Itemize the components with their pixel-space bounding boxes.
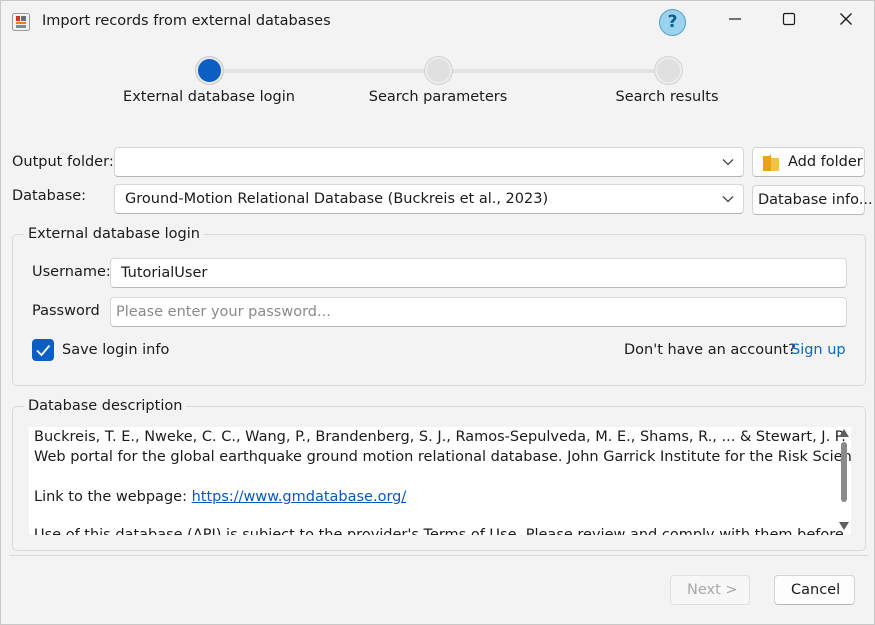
maximize-button[interactable]	[776, 10, 802, 34]
close-button[interactable]	[833, 10, 859, 34]
password-label: Password	[32, 303, 100, 319]
description-text-area[interactable]: Buckreis, T. E., Nweke, C. C., Wang, P.,…	[29, 427, 851, 535]
database-combo[interactable]: Ground-Motion Relational Database (Buckr…	[114, 184, 744, 214]
save-login-label: Save login info	[62, 342, 170, 358]
help-button[interactable]: ?	[659, 9, 686, 36]
step-dot-search-results	[655, 57, 682, 84]
password-input[interactable]: Please enter your password...	[110, 297, 847, 327]
folder-icon	[763, 154, 779, 171]
wizard-stepper: External database login Search parameter…	[1, 53, 874, 113]
window-title: Import records from external databases	[42, 13, 331, 29]
description-line: Buckreis, T. E., Nweke, C. C., Wang, P.,…	[34, 429, 851, 445]
description-link-line: Link to the webpage: https://www.gmdatab…	[34, 487, 406, 507]
next-label: Next >	[687, 582, 738, 598]
checkmark-icon	[36, 344, 51, 357]
step-dot-login	[196, 57, 223, 84]
footer-separator	[9, 555, 868, 556]
description-link-prefix: Link to the webpage:	[34, 489, 192, 505]
scroll-up-icon[interactable]	[838, 428, 850, 438]
webpage-link[interactable]: https://www.gmdatabase.org/	[192, 489, 407, 505]
minimize-button[interactable]	[722, 10, 748, 34]
database-info-button[interactable]: Database info...	[752, 185, 873, 215]
add-folder-label: Add folder	[788, 154, 863, 170]
step-label-search-results: Search results	[615, 89, 719, 105]
save-login-checkbox[interactable]	[32, 339, 54, 361]
database-label: Database:	[12, 188, 87, 204]
username-input[interactable]: TutorialUser	[110, 258, 847, 288]
chevron-down-icon	[722, 159, 734, 166]
description-line: Web portal for the global earthquake gro…	[34, 449, 851, 465]
output-folder-combo[interactable]	[114, 147, 744, 177]
sign-up-link[interactable]: Sign up	[791, 342, 846, 358]
username-label: Username:	[32, 264, 111, 280]
no-account-text: Don't have an account?	[624, 342, 796, 358]
import-dialog: Import records from external databases ?…	[0, 0, 875, 625]
cancel-label: Cancel	[791, 582, 841, 598]
scrollbar-thumb[interactable]	[841, 442, 847, 502]
step-label-search-parameters: Search parameters	[368, 89, 508, 105]
password-placeholder: Please enter your password...	[116, 304, 331, 320]
step-label-login: External database login	[123, 89, 295, 105]
description-group-title: Database description	[24, 398, 187, 414]
step-dot-search-parameters	[425, 57, 452, 84]
output-folder-label: Output folder:	[12, 154, 114, 170]
scroll-down-icon[interactable]	[838, 521, 850, 531]
next-button[interactable]: Next >	[670, 575, 750, 605]
close-icon	[840, 13, 852, 25]
username-value: TutorialUser	[121, 265, 208, 281]
cancel-button[interactable]: Cancel	[774, 575, 855, 605]
chevron-down-icon	[722, 196, 734, 203]
title-bar: Import records from external databases ?	[1, 1, 874, 43]
add-folder-button[interactable]: Add folder	[752, 147, 865, 177]
database-value: Ground-Motion Relational Database (Buckr…	[125, 191, 549, 207]
step-connector	[222, 69, 426, 73]
database-info-label: Database info...	[758, 192, 873, 208]
login-group-title: External database login	[24, 226, 204, 242]
description-line: Use of this database (API) is subject to…	[34, 527, 844, 535]
minimize-icon	[729, 18, 741, 20]
step-connector	[451, 69, 656, 73]
app-icon	[12, 13, 30, 31]
maximize-icon	[782, 12, 796, 26]
